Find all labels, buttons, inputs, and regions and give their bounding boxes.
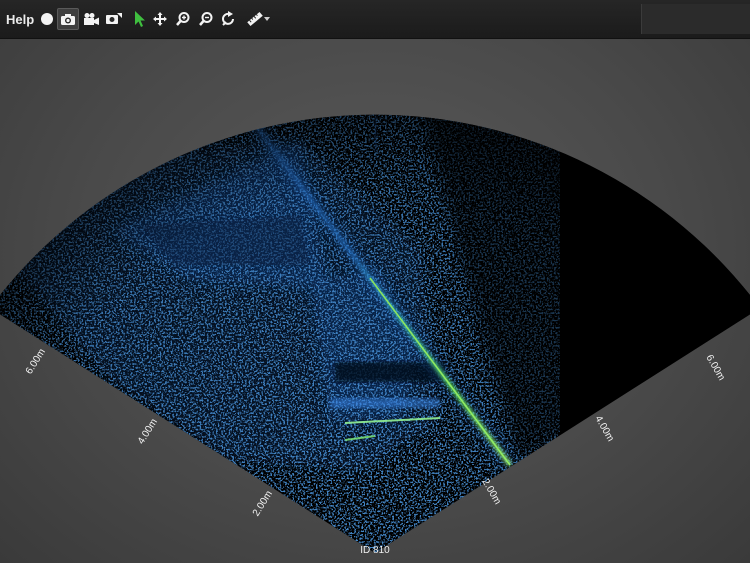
toolbar: Help xyxy=(0,0,750,39)
record-icon xyxy=(41,13,53,25)
range-label-right-6m: 6.00m xyxy=(703,353,726,383)
range-label-left-2m: 2.00m xyxy=(251,489,275,518)
pan-icon xyxy=(153,12,167,26)
toolbar-status-panel xyxy=(641,4,750,34)
snapshot-button[interactable] xyxy=(104,9,124,29)
measure-options-dropdown[interactable] xyxy=(262,9,272,29)
camera-button[interactable] xyxy=(57,8,79,30)
pointer-icon xyxy=(135,11,145,27)
reset-view-button[interactable] xyxy=(219,9,239,29)
range-label-right-4m: 4.00m xyxy=(592,414,615,444)
zoom-out-button[interactable] xyxy=(196,9,216,29)
reset-icon xyxy=(222,11,234,26)
range-label-left-6m: 6.00m xyxy=(24,347,48,376)
zoom-in-icon xyxy=(176,12,190,26)
select-tool-button[interactable] xyxy=(129,9,149,29)
help-menu[interactable]: Help xyxy=(6,12,34,27)
device-id-label: ID 810 xyxy=(360,545,390,556)
range-label-left-4m: 4.00m xyxy=(136,417,160,446)
range-label-right-2m: 2.00m xyxy=(479,477,502,507)
pan-tool-button[interactable] xyxy=(150,9,170,29)
snapshot-icon xyxy=(106,13,122,24)
chevron-down-icon xyxy=(264,17,270,21)
sonar-image xyxy=(0,114,750,554)
camera-icon xyxy=(61,14,75,25)
zoom-out-icon xyxy=(199,12,213,26)
sonar-display[interactable]: 2.00m 4.00m 6.00m 2.00m 4.00m 6.00m xyxy=(0,39,750,563)
video-record-button[interactable] xyxy=(81,9,101,29)
record-button[interactable] xyxy=(37,9,57,29)
video-camera-icon xyxy=(84,13,99,25)
zoom-in-button[interactable] xyxy=(173,9,193,29)
